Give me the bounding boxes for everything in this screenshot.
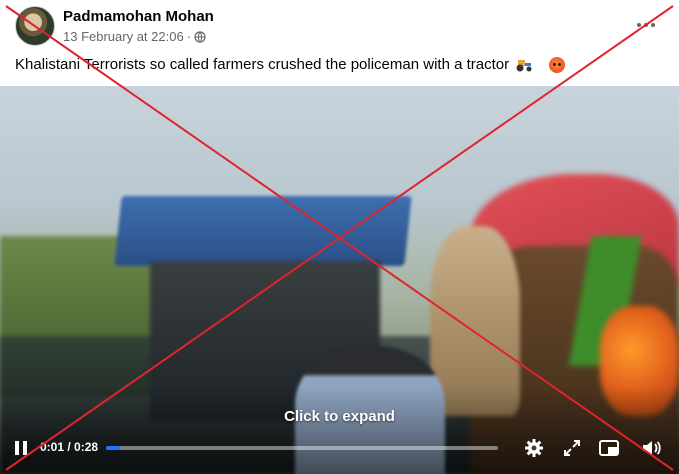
video-time: 0:01 / 0:28	[40, 440, 99, 454]
author-name[interactable]: Padmamohan Mohan	[63, 8, 214, 25]
more-options-icon[interactable]	[634, 14, 658, 36]
post-header: Padmamohan Mohan 13 February at 22:06 ·	[0, 0, 679, 52]
post-caption: Khalistani Terrorists so called farmers …	[15, 56, 566, 73]
picture-in-picture-icon[interactable]	[598, 437, 620, 459]
expand-icon[interactable]	[561, 437, 583, 459]
avatar[interactable]	[15, 6, 55, 46]
pause-icon[interactable]	[10, 437, 32, 459]
volume-icon[interactable]	[640, 437, 662, 459]
video-controls: 0:01 / 0:28	[0, 430, 679, 466]
click-to-expand-label[interactable]: Click to expand	[0, 408, 679, 425]
caption-text: Khalistani Terrorists so called farmers …	[15, 56, 510, 73]
post-date[interactable]: 13 February at 22:06	[63, 29, 184, 44]
progress-fill	[106, 446, 121, 450]
gear-icon[interactable]	[523, 437, 545, 459]
post-meta: 13 February at 22:06 ·	[63, 29, 206, 44]
progress-bar[interactable]	[106, 446, 498, 450]
tractor	[114, 196, 412, 266]
tractor-emoji	[516, 59, 532, 71]
meta-separator: ·	[186, 29, 192, 44]
globe-icon	[194, 30, 206, 43]
video-player[interactable]: Click to expand 0:01 / 0:28	[0, 86, 679, 474]
angry-face-emoji	[549, 56, 566, 73]
